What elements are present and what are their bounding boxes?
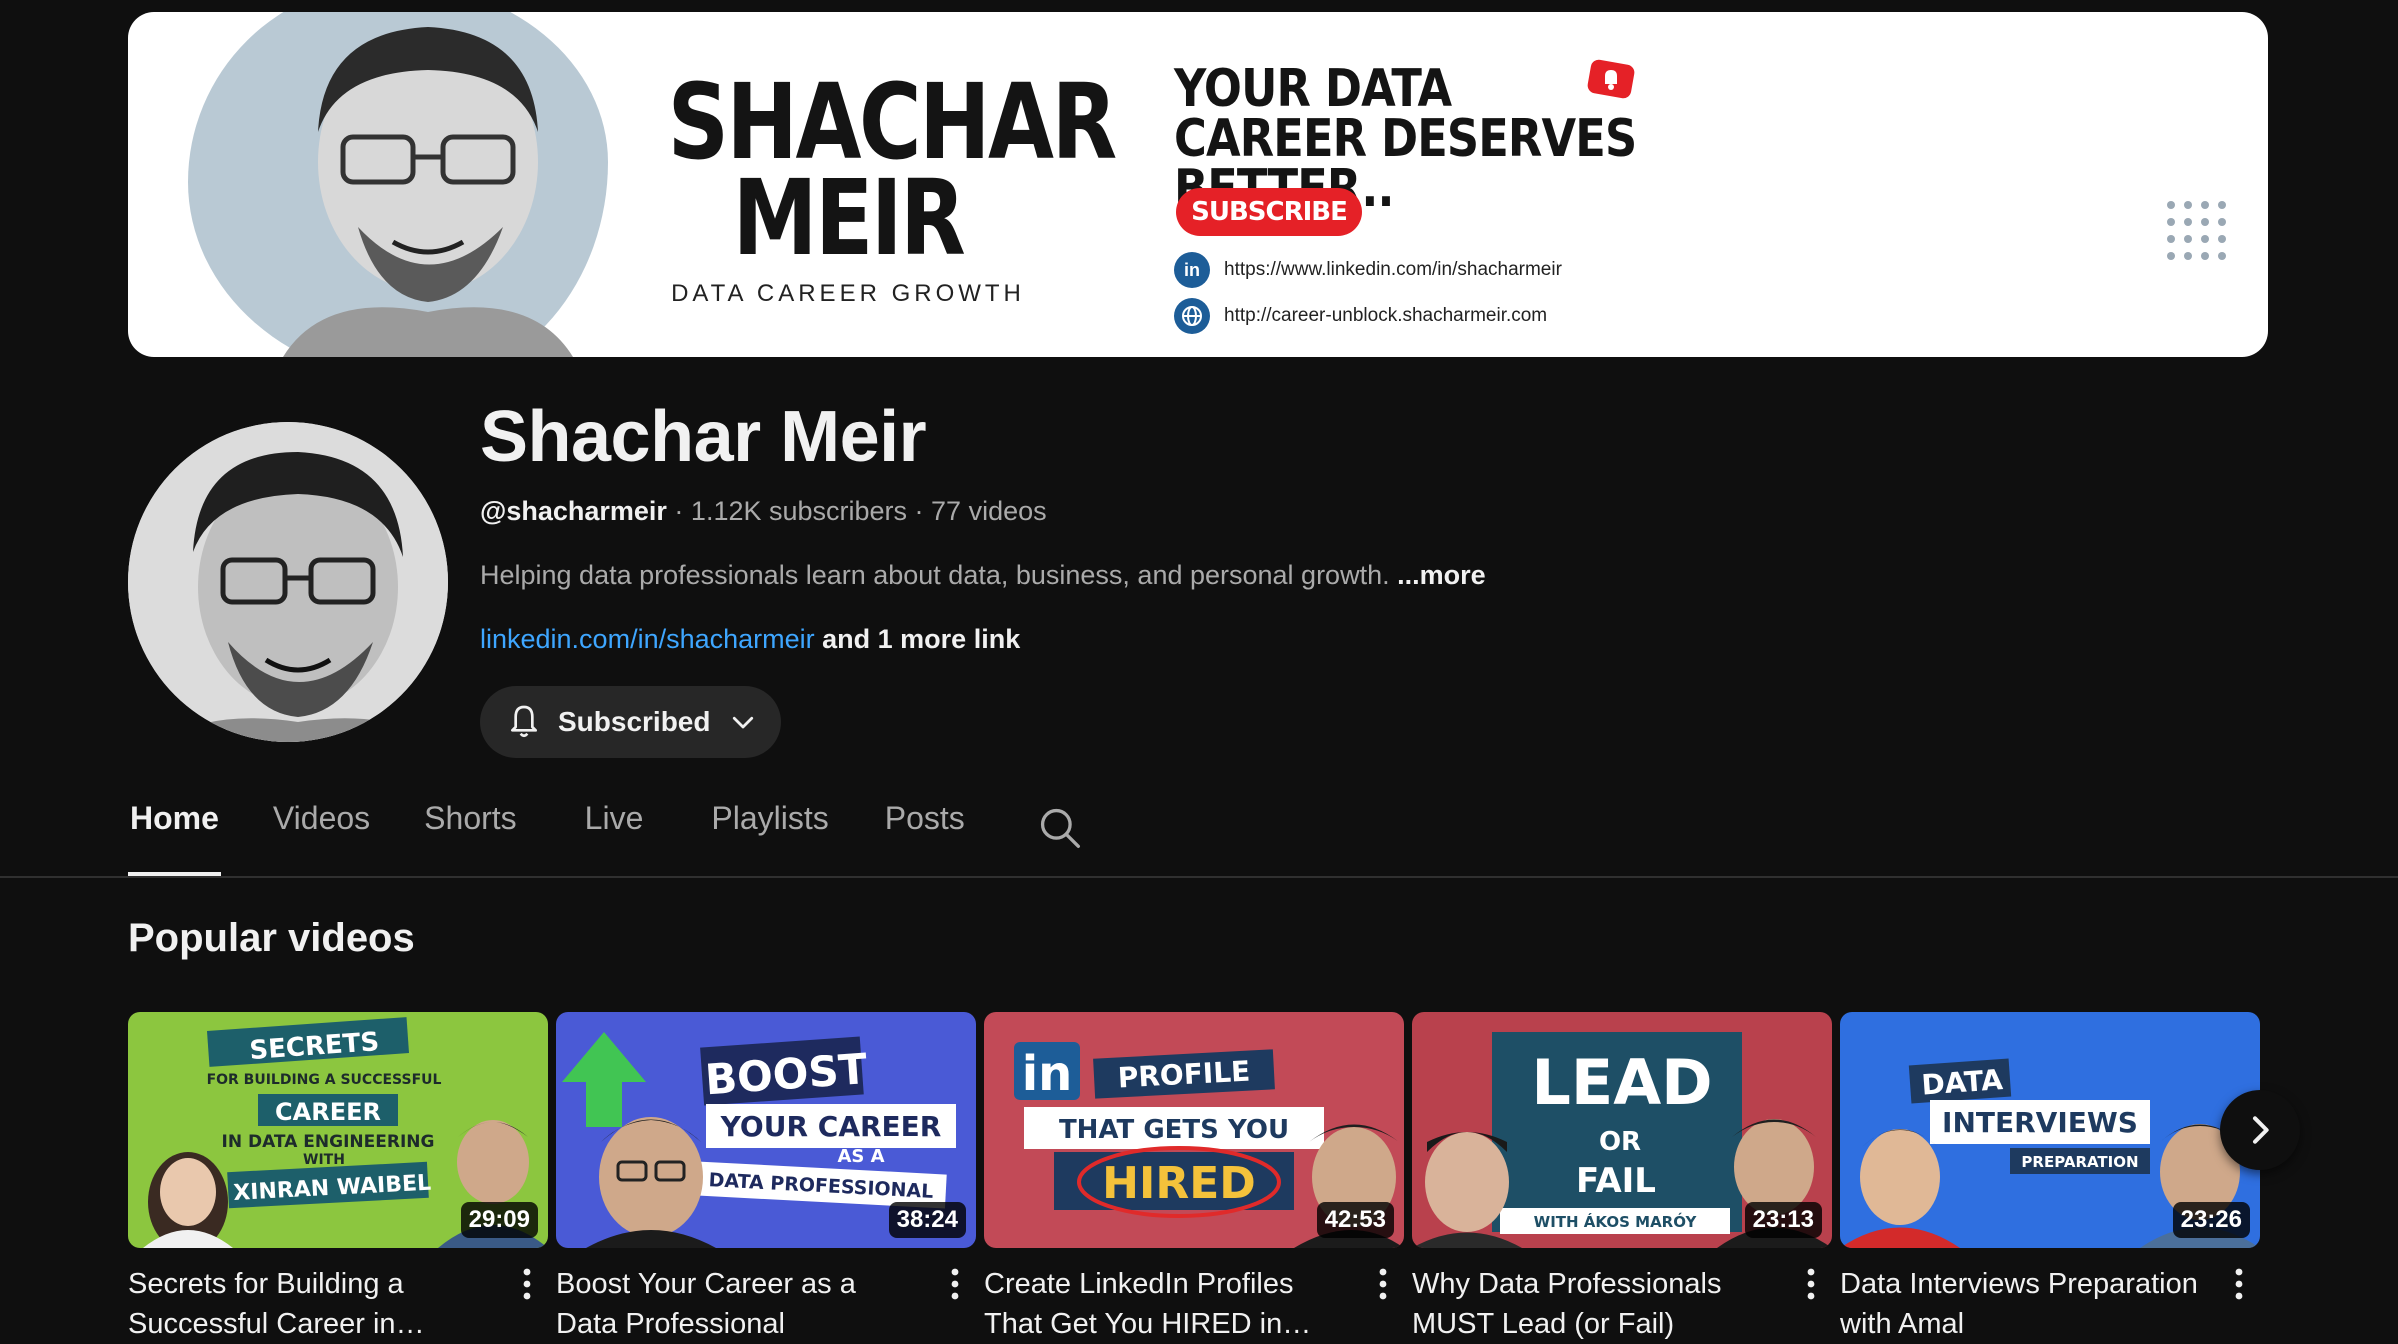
video-title[interactable]: Why Data Professionals MUST Lead (or Fai… [1412,1264,1772,1344]
thumb-text: LEAD [1531,1046,1712,1119]
thumb-text: HIRED [1102,1158,1256,1209]
video-duration: 29:09 [460,1202,538,1238]
more-vert-icon[interactable] [512,1264,542,1304]
banner-link-text: http://career-unblock.shacharmeir.com [1224,305,1548,326]
banner-tagline: DATA CAREER GROWTH [671,280,1025,307]
channel-description[interactable]: Helping data professionals learn about d… [480,560,1486,591]
carousel-next-button[interactable] [2220,1090,2300,1170]
video-duration: 38:24 [888,1202,966,1238]
channel-tabs: Home Videos Shorts Live Playlists Posts [128,800,967,876]
search-icon[interactable] [1038,806,1082,850]
thumb-text: WITH [303,1152,345,1168]
video-title[interactable]: Boost Your Career as a Data Professional [556,1264,916,1344]
video-duration: 23:13 [1744,1202,1822,1238]
more-vert-icon[interactable] [1796,1264,1826,1304]
video-thumbnail[interactable]: BOOST YOUR CAREER AS A DATA PROFESSIONAL… [556,1012,976,1248]
chevron-right-icon [2253,1116,2269,1144]
video-thumbnail[interactable]: in PROFILE THAT GETS YOU HIRED 42:53 [984,1012,1404,1248]
thumb-text: THAT GETS YOU [1059,1115,1289,1145]
video-card[interactable]: DATA INTERVIEWS PREPARATION 23:26 Data I… [1840,1012,2260,1340]
tab-posts[interactable]: Posts [883,800,967,876]
thumb-text: in [1022,1046,1073,1102]
chevron-down-icon [733,716,754,729]
video-duration: 42:53 [1316,1202,1394,1238]
video-card[interactable]: BOOST YOUR CAREER AS A DATA PROFESSIONAL… [556,1012,976,1340]
thumb-text: AS A [837,1146,884,1167]
video-card[interactable]: LEAD OR FAIL WITH ÁKOS MARÓY 23:13 Why D… [1412,1012,1832,1340]
channel-meta: @shacharmeir · 1.12K subscribers · 77 vi… [480,496,1047,527]
thumb-text: CAREER [275,1098,381,1126]
section-title: Popular videos [128,916,415,960]
banner-linkedin-link: in https://www.linkedin.com/in/shacharme… [1174,252,1562,288]
description-text: Helping data professionals learn about d… [480,560,1390,590]
channel-avatar[interactable] [128,422,448,742]
linkedin-icon: in [1174,252,1210,288]
thumb-text: DATA [1920,1063,2004,1102]
channel-links: linkedin.com/in/shacharmeir and 1 more l… [480,624,1020,655]
notification-bell-icon [1587,59,1635,99]
separator: · [907,496,932,526]
channel-banner: SHACHAR MEIR DATA CAREER GROWTH YOUR DAT… [128,12,2268,357]
video-card[interactable]: in PROFILE THAT GETS YOU HIRED 42:53 Cre… [984,1012,1404,1340]
video-title[interactable]: Create LinkedIn Profiles That Get You HI… [984,1264,1344,1344]
bell-icon [511,705,537,738]
thumb-text: YOUR CAREER [720,1110,942,1143]
video-duration: 23:26 [2172,1202,2250,1238]
globe-icon [1174,298,1210,334]
linkedin-link[interactable]: linkedin.com/in/shacharmeir [480,624,815,654]
subscriber-count: 1.12K subscribers [690,496,908,526]
thumb-text: OR [1599,1127,1641,1157]
tab-shorts[interactable]: Shorts [422,800,518,876]
subscribed-button[interactable]: Subscribed [480,686,781,758]
banner-name: SHACHAR MEIR [667,61,1118,279]
banner-link-text: https://www.linkedin.com/in/shacharmeir [1224,259,1562,280]
video-card[interactable]: SECRETS FOR BUILDING A SUCCESSFUL CAREER… [128,1012,548,1340]
more-links-link[interactable]: and 1 more link [822,624,1020,654]
banner-website-link: http://career-unblock.shacharmeir.com [1174,298,1547,334]
tabs-divider [0,876,2398,878]
more-vert-icon[interactable] [940,1264,970,1304]
banner-portrait [283,27,573,357]
video-title[interactable]: Secrets for Building a Successful Career… [128,1264,488,1344]
thumb-text: FOR BUILDING A SUCCESSFUL [207,1072,442,1088]
thumb-text: WITH ÁKOS MARÓY [1534,1212,1698,1231]
video-thumbnail[interactable]: LEAD OR FAIL WITH ÁKOS MARÓY 23:13 [1412,1012,1832,1248]
video-title[interactable]: Data Interviews Preparation with Amal [1840,1264,2200,1344]
subscribed-label: Subscribed [558,706,711,737]
decorative-dots [2167,201,2226,260]
thumb-text: FAIL [1576,1161,1656,1201]
video-thumbnail[interactable]: DATA INTERVIEWS PREPARATION 23:26 [1840,1012,2260,1248]
description-more-link[interactable]: ...more [1397,560,1486,590]
thumb-text: PROFILE [1117,1055,1251,1095]
thumb-text: PREPARATION [2021,1153,2138,1171]
video-count: 77 videos [931,496,1047,526]
video-thumbnail[interactable]: SECRETS FOR BUILDING A SUCCESSFUL CAREER… [128,1012,548,1248]
channel-handle: @shacharmeir [480,496,667,526]
thumb-text: IN DATA ENGINEERING [222,1132,435,1152]
banner-subscribe-graphic: SUBSCRIBE [1176,188,1362,236]
tab-videos[interactable]: Videos [271,800,372,876]
more-vert-icon[interactable] [2224,1264,2254,1304]
tab-live[interactable]: Live [583,800,646,876]
avatar-portrait [128,422,448,742]
thumb-text: INTERVIEWS [1942,1106,2138,1139]
more-vert-icon[interactable] [1368,1264,1398,1304]
tab-home[interactable]: Home [128,800,221,876]
separator: · [666,496,691,526]
channel-name: Shachar Meir [480,397,927,477]
tab-playlists[interactable]: Playlists [709,800,830,876]
